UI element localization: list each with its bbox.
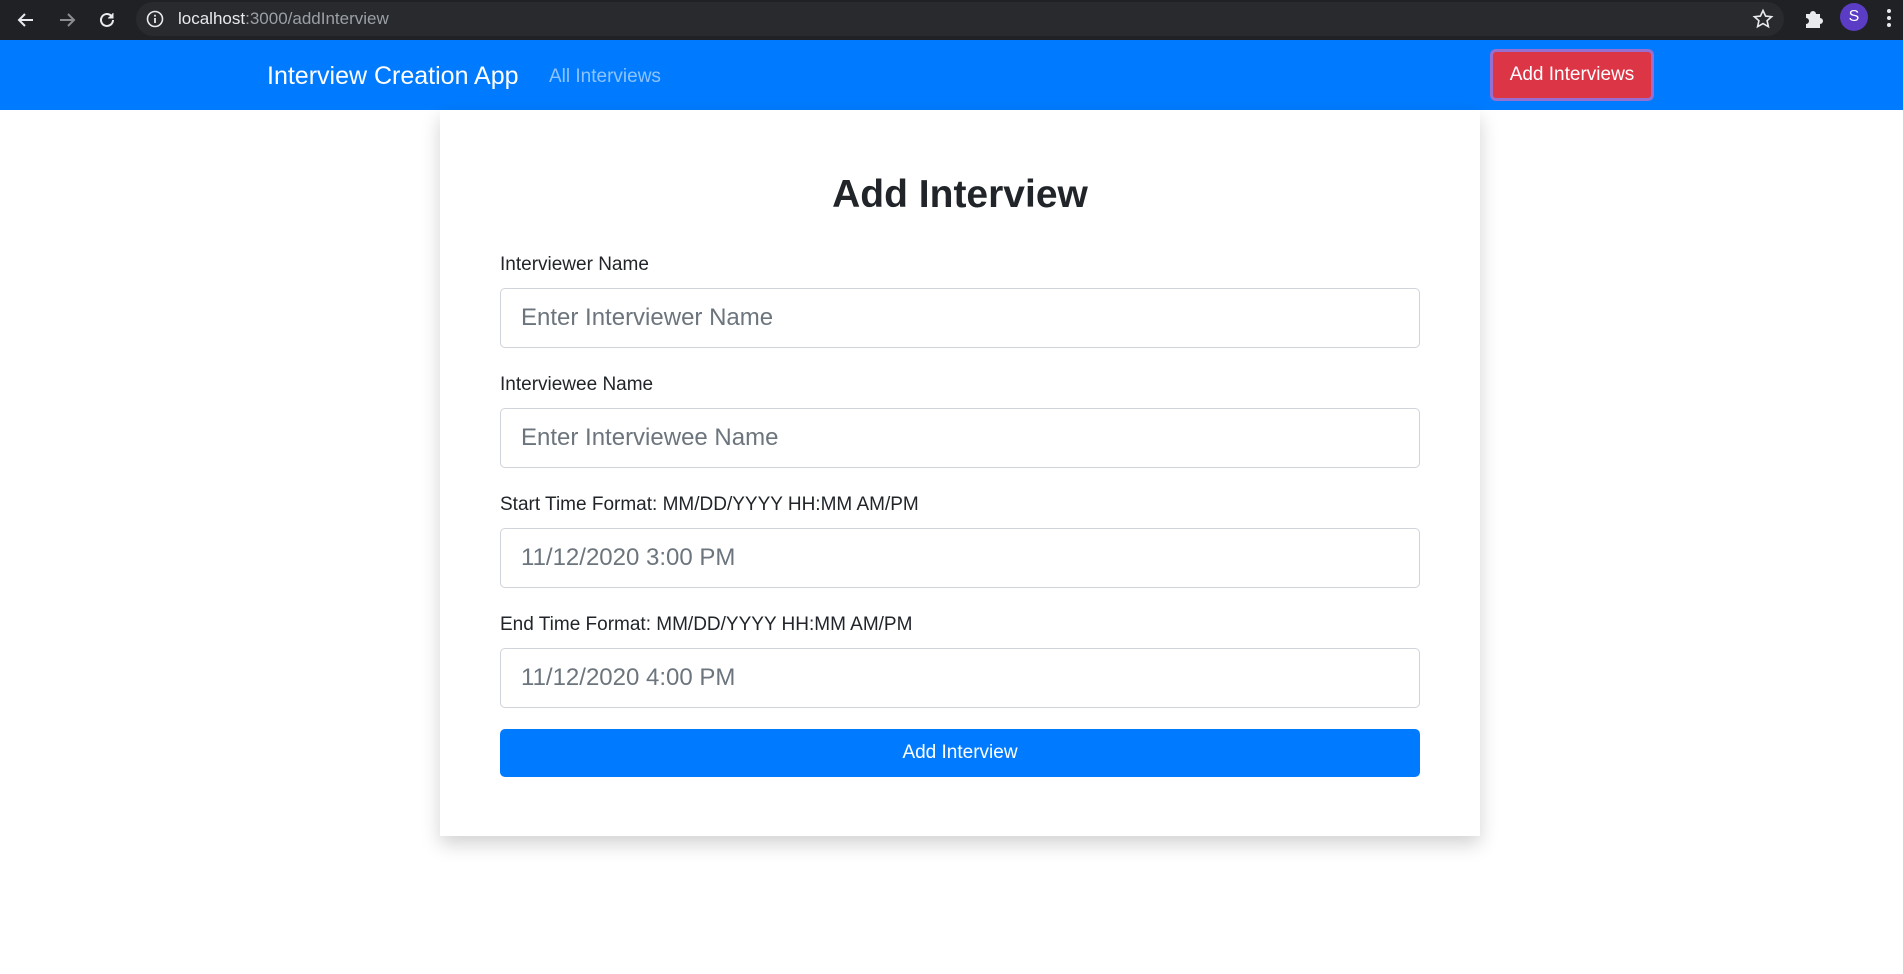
reload-button[interactable] xyxy=(91,4,123,36)
interviewer-name-input[interactable] xyxy=(500,288,1420,348)
app-navbar: Interview Creation App All Interviews Ad… xyxy=(0,40,1903,110)
back-button[interactable] xyxy=(10,4,42,36)
forward-button[interactable] xyxy=(51,4,83,36)
star-icon[interactable] xyxy=(1752,8,1774,30)
nav-link-all-interviews[interactable]: All Interviews xyxy=(549,65,661,89)
profile-initial: S xyxy=(1848,8,1860,25)
end-time-label: End Time Format: MM/DD/YYYY HH:MM AM/PM xyxy=(500,614,913,635)
url-path: :3000/addInterview xyxy=(245,9,389,28)
forward-icon xyxy=(60,13,76,27)
reload-icon xyxy=(100,12,114,27)
profile-avatar[interactable]: S xyxy=(1840,3,1868,31)
interviewer-name-label: Interviewer Name xyxy=(500,254,649,275)
info-icon[interactable] xyxy=(146,10,164,28)
extensions-icon[interactable] xyxy=(1800,5,1826,31)
start-time-input[interactable] xyxy=(500,528,1420,588)
add-interviews-button[interactable]: Add Interviews xyxy=(1490,49,1654,101)
back-icon xyxy=(17,13,33,27)
browser-toolbar: localhost:3000/addInterview S xyxy=(0,0,1903,40)
add-interview-submit-button[interactable]: Add Interview xyxy=(500,729,1420,777)
add-interview-card: Add Interview Interviewer Name Interview… xyxy=(440,110,1480,836)
page-title: Add Interview xyxy=(832,173,1088,216)
url-text[interactable]: localhost:3000/addInterview xyxy=(178,9,389,29)
menu-icon[interactable] xyxy=(1882,5,1896,31)
interviewee-name-label: Interviewee Name xyxy=(500,374,654,395)
end-time-input[interactable] xyxy=(500,648,1420,708)
address-bar[interactable]: localhost:3000/addInterview xyxy=(136,2,1784,36)
start-time-label: Start Time Format: MM/DD/YYYY HH:MM AM/P… xyxy=(500,494,919,515)
url-host: localhost xyxy=(178,9,246,28)
interviewee-name-input[interactable] xyxy=(500,408,1420,468)
navbar-brand[interactable]: Interview Creation App xyxy=(267,61,519,91)
